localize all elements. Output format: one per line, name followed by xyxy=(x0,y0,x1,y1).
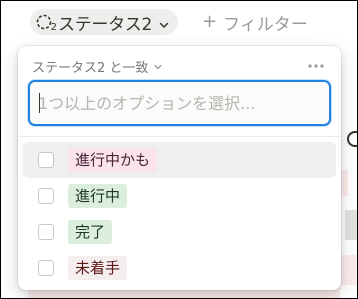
status-filter-label: ステータス2 xyxy=(58,14,153,35)
popup-header: ステータス2 と一致 xyxy=(32,56,327,76)
more-options-button[interactable] xyxy=(305,56,327,76)
background-card xyxy=(345,210,358,240)
chevron-down-icon xyxy=(158,16,170,28)
option-search-box[interactable] xyxy=(28,80,331,126)
filter-popup: ステータス2 と一致 進行中かも 進行中 xyxy=(18,46,341,290)
option-item[interactable]: 進行中 xyxy=(23,178,336,214)
option-tag: 未着手 xyxy=(68,256,128,280)
option-checkbox[interactable] xyxy=(38,152,54,168)
option-tag: 完了 xyxy=(68,220,113,244)
option-checkbox[interactable] xyxy=(38,188,54,204)
status-badge: 2 xyxy=(50,22,57,33)
condition-label: ステータス2 と一致 xyxy=(32,60,149,76)
add-filter-label: フィルター xyxy=(223,14,308,35)
add-filter-button[interactable]: + フィルター xyxy=(202,9,308,35)
plus-icon: + xyxy=(202,11,218,32)
option-item[interactable]: 未着手 xyxy=(23,250,336,286)
option-checkbox[interactable] xyxy=(38,224,54,240)
more-horizontal-icon xyxy=(308,64,324,68)
chevron-down-icon xyxy=(153,61,163,71)
option-tag: 進行中かも xyxy=(68,148,158,172)
filter-bar: 2 ステータス2 + フィルター xyxy=(0,0,358,44)
option-item[interactable]: 進行中かも xyxy=(23,142,336,178)
option-item[interactable]: 完了 xyxy=(23,214,336,250)
option-tag: 進行中 xyxy=(68,184,128,208)
background-icon xyxy=(347,131,357,147)
option-checkbox[interactable] xyxy=(38,260,54,276)
text-caret xyxy=(39,93,40,113)
option-list: 進行中かも 進行中 完了 未着手 xyxy=(23,142,336,286)
background-card xyxy=(340,255,358,285)
status-icon: 2 xyxy=(36,13,57,33)
status-filter-chip[interactable]: 2 ステータス2 xyxy=(30,9,179,35)
divider xyxy=(18,136,341,137)
condition-selector[interactable]: ステータス2 と一致 xyxy=(32,57,163,76)
option-search-input[interactable] xyxy=(38,82,318,124)
